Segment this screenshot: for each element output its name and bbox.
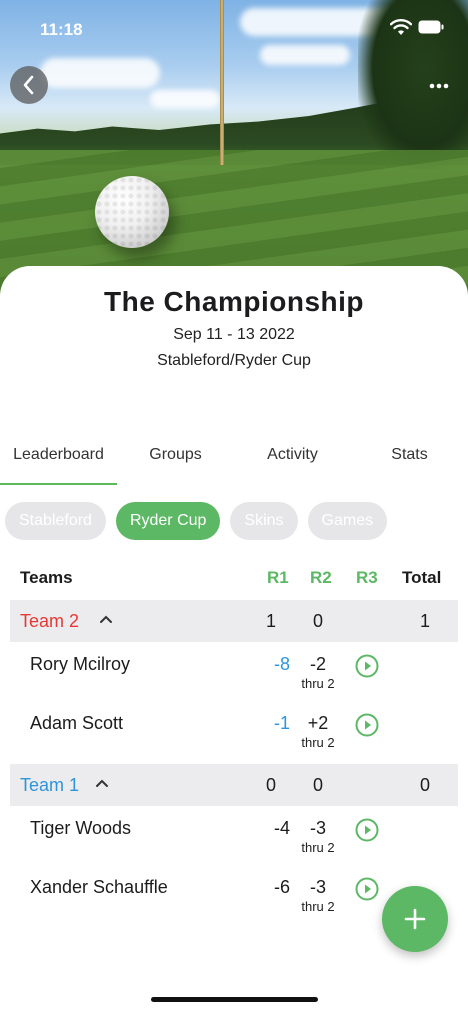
team-row[interactable]: Team 1 0 0 0 bbox=[10, 764, 458, 806]
chip-games[interactable]: Games bbox=[307, 502, 388, 540]
team-total: 0 bbox=[419, 775, 430, 795]
game-filter-chips: Stableford Ryder Cup Skins Games bbox=[5, 502, 388, 540]
back-button[interactable] bbox=[10, 66, 48, 104]
header-r3: R3 bbox=[356, 568, 378, 587]
chip-skins[interactable]: Skins bbox=[230, 502, 298, 540]
header-r1: R1 bbox=[267, 568, 289, 587]
tab-stats[interactable]: Stats bbox=[351, 438, 468, 486]
team-r2: 0 bbox=[312, 775, 323, 795]
player-thru: thru 2 bbox=[301, 676, 335, 691]
header-r2: R2 bbox=[310, 568, 332, 587]
player-row[interactable]: Rory Mcilroy -8 -2 thru 2 bbox=[0, 642, 468, 701]
header-teams: Teams bbox=[20, 568, 73, 587]
event-format: Stableford/Ryder Cup bbox=[157, 352, 311, 369]
play-circle-icon[interactable] bbox=[355, 654, 379, 678]
play-circle-icon[interactable] bbox=[355, 877, 379, 901]
leaderboard-table: Teams R1 R2 R3 Total Team 2 1 0 1 Rory M… bbox=[0, 562, 468, 924]
player-thru: thru 2 bbox=[301, 899, 335, 914]
tab-activity[interactable]: Activity bbox=[234, 438, 351, 486]
table-header: Teams R1 R2 R3 Total bbox=[0, 562, 468, 596]
player-r1: -4 bbox=[273, 818, 290, 838]
chevron-up-icon[interactable] bbox=[99, 614, 113, 624]
player-r2: -3 bbox=[309, 877, 326, 897]
team-r2: 0 bbox=[312, 611, 323, 631]
team-name: Team 2 bbox=[20, 611, 80, 631]
team-name: Team 1 bbox=[20, 775, 80, 795]
more-options-button[interactable] bbox=[424, 76, 454, 96]
player-row[interactable]: Tiger Woods -4 -3 thru 2 bbox=[0, 806, 468, 865]
player-r1: -6 bbox=[273, 877, 290, 897]
tab-groups[interactable]: Groups bbox=[117, 438, 234, 486]
play-circle-icon[interactable] bbox=[355, 713, 379, 737]
player-row[interactable]: Adam Scott -1 +2 thru 2 bbox=[0, 701, 468, 760]
team-r1: 1 bbox=[265, 611, 276, 631]
page-title: The Championship bbox=[104, 286, 364, 317]
player-name: Adam Scott bbox=[30, 713, 124, 733]
add-button[interactable] bbox=[382, 886, 448, 952]
tab-bar: Leaderboard Groups Activity Stats bbox=[0, 438, 468, 486]
team-row[interactable]: Team 2 1 0 1 bbox=[10, 600, 458, 642]
player-r2: -3 bbox=[309, 818, 326, 838]
chip-stableford[interactable]: Stableford bbox=[5, 502, 106, 540]
battery-icon bbox=[418, 20, 444, 34]
status-bar: 11:18 bbox=[0, 0, 468, 54]
tab-leaderboard[interactable]: Leaderboard bbox=[0, 438, 117, 486]
chevron-left-icon bbox=[23, 75, 34, 95]
player-r1: -8 bbox=[273, 654, 290, 674]
golf-ball-image bbox=[95, 176, 169, 248]
play-circle-icon[interactable] bbox=[355, 818, 379, 842]
player-thru: thru 2 bbox=[301, 735, 335, 750]
header-total: Total bbox=[402, 568, 442, 587]
player-r2: +2 bbox=[307, 713, 329, 733]
chip-ryder-cup[interactable]: Ryder Cup bbox=[115, 502, 221, 540]
player-name: Xander Schauffle bbox=[30, 877, 168, 897]
team-r1: 0 bbox=[265, 775, 276, 795]
ellipsis-icon bbox=[429, 83, 449, 89]
event-dates: Sep 11 - 13 2022 bbox=[173, 326, 295, 343]
player-r1: -1 bbox=[273, 713, 290, 733]
chevron-up-icon[interactable] bbox=[95, 778, 109, 788]
wifi-icon bbox=[390, 19, 412, 35]
status-time: 11:18 bbox=[40, 20, 83, 39]
player-name: Tiger Woods bbox=[30, 818, 132, 838]
player-r2: -2 bbox=[309, 654, 326, 674]
plus-icon bbox=[404, 908, 426, 930]
player-name: Rory Mcilroy bbox=[30, 654, 131, 674]
home-indicator[interactable] bbox=[151, 997, 318, 1002]
team-total: 1 bbox=[419, 611, 430, 631]
player-thru: thru 2 bbox=[301, 840, 335, 855]
